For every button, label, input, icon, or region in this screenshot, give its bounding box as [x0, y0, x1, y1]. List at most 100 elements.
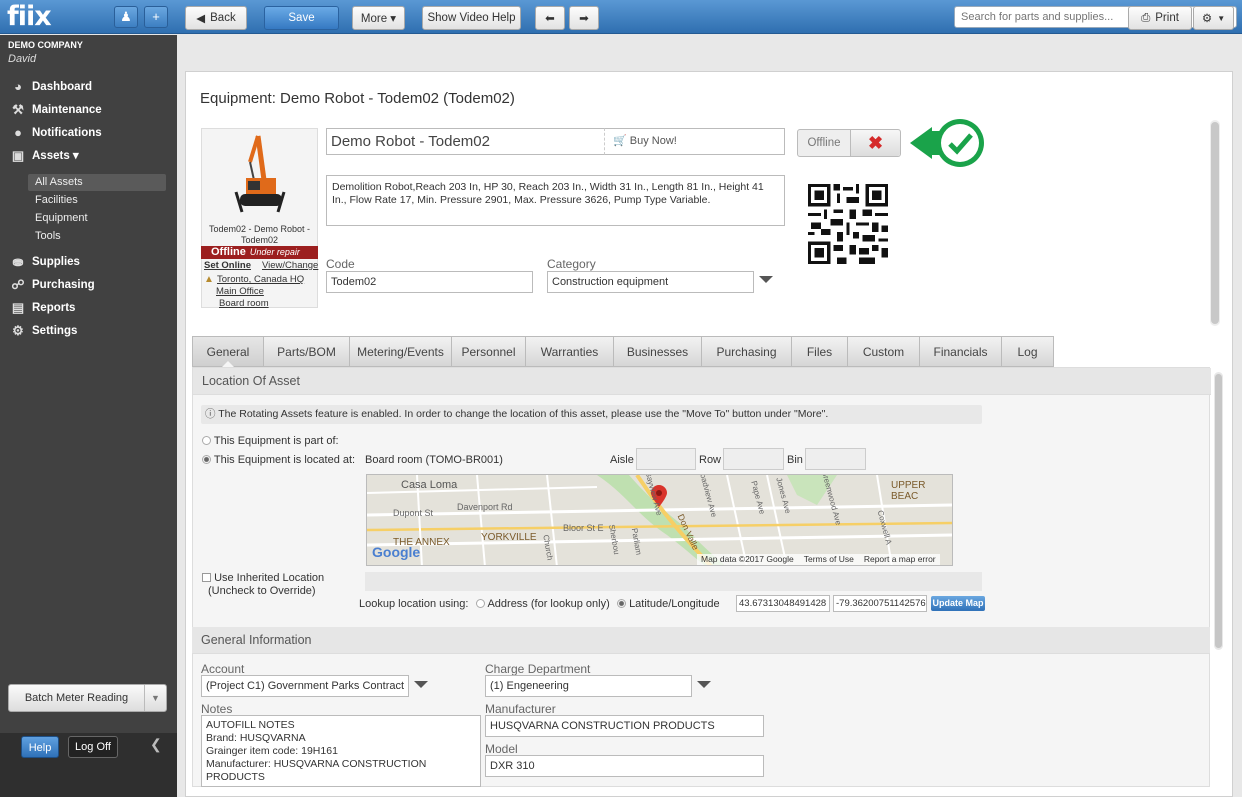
inherited-location-checkbox[interactable]	[202, 573, 211, 582]
row-field[interactable]	[723, 448, 784, 470]
description-field[interactable]: Demolition Robot,Reach 203 In, HP 30, Re…	[326, 175, 785, 226]
map-terms-link[interactable]: Terms of Use	[804, 554, 854, 565]
next-record-button[interactable]: ➡	[569, 6, 599, 30]
company-name: DEMO COMPANY	[8, 40, 83, 50]
chart-icon: ▤	[11, 300, 25, 315]
tab-purchasing[interactable]: Purchasing	[702, 336, 792, 367]
settings-menu-button[interactable]: ⚙ ▼	[1193, 6, 1234, 30]
update-map-button[interactable]: Update Map	[931, 596, 985, 611]
show-video-help-button[interactable]: Show Video Help	[422, 6, 521, 30]
notes-field[interactable]: AUTOFILL NOTES Brand: HUSQVARNA Grainger…	[201, 715, 481, 787]
inherited-location-option[interactable]: Use Inherited Location	[202, 572, 324, 584]
chevron-down-icon[interactable]	[414, 681, 428, 688]
longitude-field[interactable]: -79.36200751142576	[833, 595, 927, 612]
box-icon: ▣	[11, 148, 25, 163]
tab-warranties[interactable]: Warranties	[526, 336, 614, 367]
tab-files[interactable]: Files	[792, 336, 848, 367]
sidebar-item-all-assets[interactable]: All Assets	[28, 174, 166, 191]
set-online-link[interactable]: Set Online	[204, 260, 251, 271]
sidebar-item-tools[interactable]: Tools	[28, 228, 166, 245]
location-office-link[interactable]: Main Office	[216, 286, 264, 297]
location-city-link[interactable]: Toronto, Canada HQ	[217, 274, 304, 285]
latlng-radio[interactable]	[617, 599, 626, 608]
arrow-left-icon: ⬅	[545, 13, 555, 25]
address-radio[interactable]	[476, 599, 485, 608]
tab-bar: General Parts/BOM Metering/Events Person…	[192, 336, 1054, 367]
tab-parts-bom[interactable]: Parts/BOM	[264, 336, 350, 367]
location-pin-icon: ▲	[204, 274, 214, 285]
sidebar-item-equipment[interactable]: Equipment	[28, 210, 166, 227]
latitude-field[interactable]: 43.67313048491428	[736, 595, 830, 612]
print-button[interactable]: ⎙ Print	[1128, 6, 1192, 30]
nav-purchasing[interactable]: ☍ Purchasing	[10, 276, 94, 294]
truck-icon: ⛂	[12, 254, 24, 269]
nav-maintenance[interactable]: ⚒ Maintenance	[10, 101, 102, 119]
account-field[interactable]: (Project C1) Government Parks Contract	[201, 675, 409, 697]
back-button[interactable]: ◀ Back	[185, 6, 247, 30]
page-title: Equipment: Demo Robot - Todem02 (Todem02…	[200, 90, 515, 107]
latlng-option[interactable]: Latitude/Longitude	[617, 598, 720, 610]
chevron-down-icon[interactable]: ▼	[144, 685, 166, 711]
tab-personnel[interactable]: Personnel	[452, 336, 526, 367]
printer-icon: ⎙	[1141, 11, 1151, 24]
located-at-radio[interactable]	[202, 455, 211, 464]
buy-now-button[interactable]: 🛒 Buy Now!	[604, 128, 785, 155]
part-of-radio[interactable]	[202, 436, 211, 445]
location-value: Board room (TOMO-BR001)	[365, 454, 503, 466]
collapse-sidebar-icon[interactable]: ❮	[150, 736, 162, 753]
header-scrollbar[interactable]	[1210, 120, 1220, 326]
previous-record-button[interactable]: ⬅	[535, 6, 565, 30]
help-button[interactable]: Help	[21, 736, 59, 758]
tab-log[interactable]: Log	[1002, 336, 1054, 367]
close-icon[interactable]: ✖	[850, 130, 900, 156]
part-of-option[interactable]: This Equipment is part of:	[202, 435, 339, 447]
map-report-link[interactable]: Report a map error	[864, 554, 936, 565]
online-offline-toggle[interactable]: Offline ✖	[797, 129, 901, 157]
map-footer: Map data ©2017 Google Terms of Use Repor…	[697, 554, 940, 565]
nav-supplies[interactable]: ⛂ Supplies	[10, 253, 80, 271]
nav-dashboard[interactable]: ◕ Dashboard	[10, 78, 92, 96]
batch-meter-reading-button[interactable]: Batch Meter Reading ▼	[8, 684, 167, 712]
arrow-right-icon: ➡	[579, 13, 589, 25]
nav-assets[interactable]: ▣ Assets ▾	[10, 147, 79, 165]
aisle-field[interactable]	[636, 448, 696, 470]
category-field[interactable]: Construction equipment	[547, 271, 754, 293]
fiix-logo[interactable]: fiix	[7, 3, 52, 30]
chevron-down-icon[interactable]	[759, 276, 773, 283]
qr-code[interactable]	[808, 184, 888, 264]
nav-notifications[interactable]: ● Notifications	[10, 124, 102, 142]
charge-department-field[interactable]: (1) Engeneering	[485, 675, 692, 697]
sidebar-item-facilities[interactable]: Facilities	[28, 192, 166, 209]
tab-custom[interactable]: Custom	[848, 336, 920, 367]
nav-reports[interactable]: ▤ Reports	[10, 299, 76, 317]
located-at-option[interactable]: This Equipment is located at:	[202, 454, 355, 466]
more-button[interactable]: More ▾	[352, 6, 405, 30]
plus-icon: +	[152, 9, 160, 24]
map-place-label: YORKVILLE	[481, 532, 537, 543]
panel-scrollbar[interactable]	[1214, 372, 1223, 650]
tab-businesses[interactable]: Businesses	[614, 336, 702, 367]
model-field[interactable]: DXR 310	[485, 755, 764, 777]
tab-financials[interactable]: Financials	[920, 336, 1002, 367]
add-button[interactable]: +	[144, 6, 168, 28]
equipment-name-field[interactable]: Demo Robot - Todem02	[326, 128, 605, 155]
chevron-down-icon[interactable]	[697, 681, 711, 688]
view-change-link[interactable]: View/Change	[262, 260, 318, 271]
inherited-location-field[interactable]	[365, 572, 982, 591]
row-label: Row	[699, 454, 722, 466]
location-room-link[interactable]: Board room	[219, 298, 269, 309]
equipment-photo[interactable]	[232, 132, 288, 218]
log-off-button[interactable]: Log Off	[68, 736, 118, 758]
info-icon: ⓘ	[205, 408, 216, 420]
location-map[interactable]: Casa Loma Dupont St Davenport Rd THE ANN…	[366, 474, 953, 566]
nav-settings[interactable]: ⚙ Settings	[10, 322, 77, 340]
bin-field[interactable]	[805, 448, 866, 470]
user-add-button[interactable]: ♟	[114, 6, 138, 28]
manufacturer-field[interactable]: HUSQVARNA CONSTRUCTION PRODUCTS	[485, 715, 764, 737]
cart-icon: ☍	[11, 277, 25, 292]
tab-general[interactable]: General	[192, 336, 264, 367]
address-option[interactable]: Address (for lookup only)	[476, 598, 610, 610]
save-button[interactable]: Save	[264, 6, 339, 30]
tab-metering-events[interactable]: Metering/Events	[350, 336, 452, 367]
code-field[interactable]: Todem02	[326, 271, 533, 293]
